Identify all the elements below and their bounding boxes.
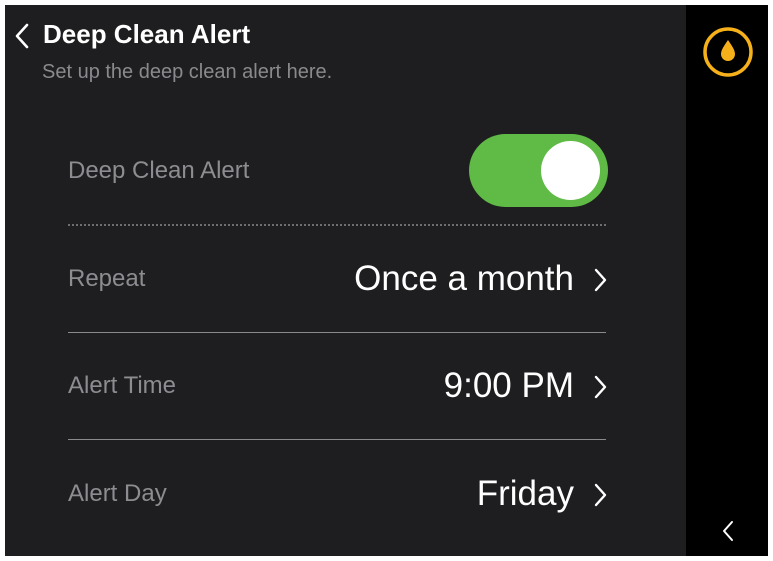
alert-time-label: Alert Time bbox=[68, 372, 177, 399]
page-title: Deep Clean Alert bbox=[43, 19, 251, 49]
chevron-right-icon bbox=[591, 372, 609, 402]
alert-day-value: Friday bbox=[476, 474, 574, 513]
repeat-label: Repeat bbox=[68, 265, 146, 292]
divider bbox=[68, 439, 606, 440]
sidebar bbox=[686, 5, 768, 556]
deep-clean-alert-toggle[interactable] bbox=[469, 134, 608, 207]
deep-clean-alert-screen: Deep Clean Alert Set up the deep clean a… bbox=[5, 5, 768, 556]
water-drop-icon bbox=[703, 27, 753, 77]
alert-day-label: Alert Day bbox=[68, 480, 167, 507]
divider bbox=[68, 332, 606, 333]
sidebar-back-button[interactable] bbox=[713, 511, 743, 551]
deep-clean-alert-label: Deep Clean Alert bbox=[68, 157, 250, 184]
toggle-knob bbox=[541, 141, 600, 200]
back-button[interactable] bbox=[11, 19, 35, 53]
chevron-right-icon bbox=[591, 480, 609, 510]
chevron-left-icon bbox=[723, 521, 733, 541]
divider bbox=[68, 224, 606, 226]
alert-time-value: 9:00 PM bbox=[443, 366, 574, 405]
chevron-left-icon bbox=[15, 23, 29, 49]
repeat-value: Once a month bbox=[354, 259, 574, 298]
page-subtitle: Set up the deep clean alert here. bbox=[42, 61, 333, 83]
chevron-right-icon bbox=[591, 265, 609, 295]
water-drop-button[interactable] bbox=[702, 26, 754, 78]
